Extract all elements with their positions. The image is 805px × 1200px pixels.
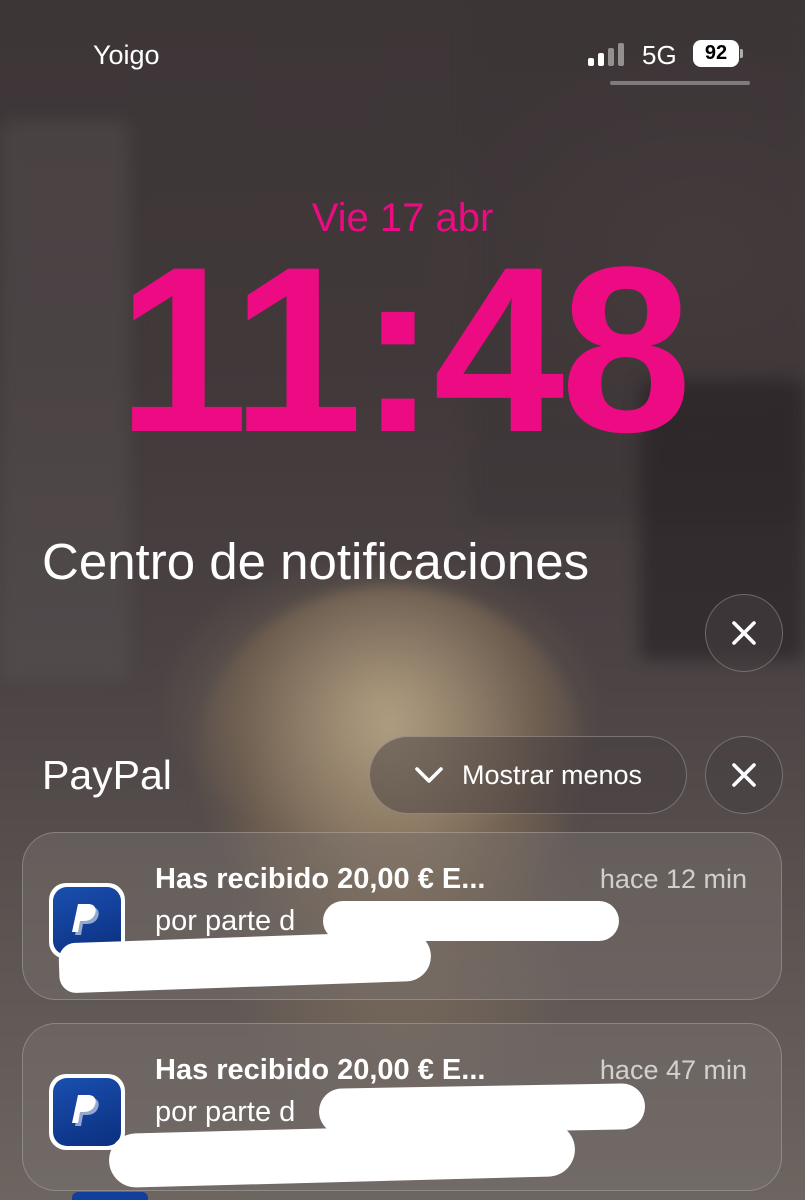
show-less-label: Mostrar menos (461, 759, 643, 790)
clear-group-button[interactable] (705, 736, 783, 814)
paypal-icon (49, 1074, 125, 1150)
redaction-mark (108, 1121, 576, 1189)
notification-center-title: Centro de notificaciones (42, 533, 590, 590)
notification-time: hace 12 min (599, 864, 747, 894)
network-type: 5G (642, 40, 677, 70)
control-center-indicator[interactable] (610, 81, 750, 85)
notification-body: por parte d (155, 905, 296, 937)
battery-icon: 92 (693, 40, 743, 67)
battery-level: 92 (693, 40, 739, 67)
paypal-icon (72, 1192, 148, 1200)
notification-card[interactable]: Has recibido 20,00 € E... hace 12 min po… (22, 832, 782, 1000)
notification-time: hace 47 min (599, 1055, 747, 1085)
carrier-name: Yoigo (93, 40, 160, 70)
notification-group-title: PayPal (42, 752, 172, 798)
signal-strength-icon (588, 40, 630, 66)
lock-time: 11:48 (117, 218, 692, 482)
close-icon (732, 621, 756, 645)
notification-title: Has recibido 20,00 € E... (155, 1054, 486, 1086)
clear-all-notifications-button[interactable] (705, 594, 783, 672)
show-less-button[interactable]: Mostrar menos (369, 736, 687, 814)
close-icon (732, 763, 756, 787)
lock-screen: Yoigo 5G 92 Vie 17 abr 11:48 Centro de n… (0, 0, 805, 1200)
notification-body: por parte d (155, 1096, 296, 1128)
notification-card[interactable]: Has recibido 20,00 € E... hace 47 min po… (22, 1023, 782, 1191)
notification-title: Has recibido 20,00 € E... (155, 863, 486, 895)
chevron-down-icon (415, 767, 443, 783)
